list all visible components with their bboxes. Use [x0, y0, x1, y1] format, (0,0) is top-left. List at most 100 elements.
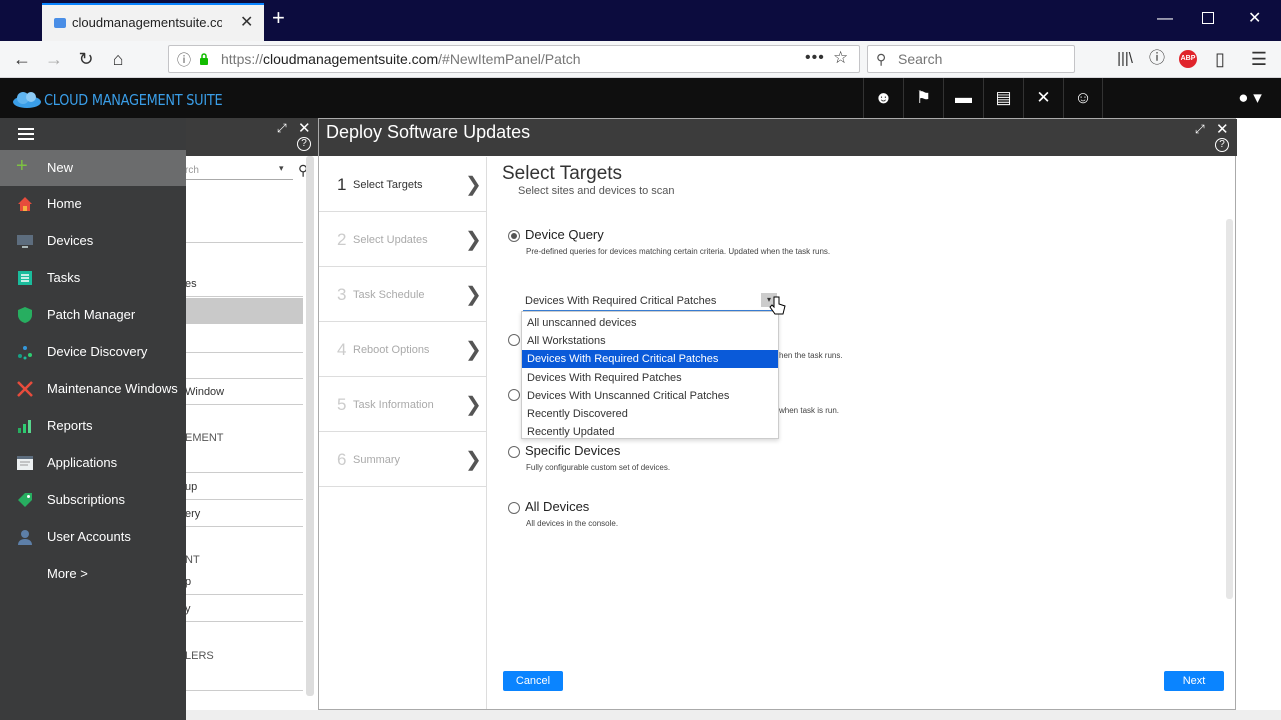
sidebar-item-more[interactable]: More > — [0, 556, 186, 592]
close-tab-icon[interactable]: ✕ — [240, 12, 253, 32]
sidebar-item-patch-manager[interactable]: Patch Manager — [0, 297, 186, 333]
dropdown-option[interactable]: Devices With Unscanned Critical Patches — [522, 387, 778, 405]
shield-icon — [18, 307, 32, 323]
monitor-icon — [17, 235, 33, 248]
all-devices-radio[interactable] — [508, 502, 520, 514]
back-arrow-icon[interactable]: ← — [10, 47, 34, 71]
all-devices-label[interactable]: All Devices — [525, 499, 589, 514]
scrollbar[interactable] — [306, 156, 314, 696]
dropdown-option-selected[interactable]: Devices With Required Critical Patches — [522, 350, 778, 368]
menu-icon[interactable]: ☰ — [1247, 47, 1271, 71]
wizard-content: Select Targets Select sites and devices … — [489, 157, 1235, 709]
maximize-window-button[interactable] — [1202, 12, 1214, 24]
close-window-button[interactable]: ✕ — [1248, 9, 1261, 29]
sidebar-item-home[interactable]: Home — [0, 186, 186, 222]
list-item-selected[interactable] — [185, 298, 303, 324]
network-icon — [18, 346, 32, 360]
sidebar-item-reports[interactable]: Reports — [0, 408, 186, 444]
sidebar-item-tasks[interactable]: Tasks — [0, 260, 186, 296]
help-icon[interactable]: ? — [297, 137, 311, 151]
sidebar-item-user-accounts[interactable]: User Accounts — [0, 519, 186, 555]
window-icon — [17, 456, 33, 470]
close-icon[interactable]: ✕ — [298, 119, 311, 137]
step-task-information[interactable]: 5 Task Information ❯ — [319, 377, 487, 432]
feedback-smiley-icon[interactable]: ☺ — [1063, 78, 1103, 118]
step-select-updates[interactable]: 2 Select Updates ❯ — [319, 212, 487, 267]
hamburger-menu-icon[interactable] — [18, 128, 34, 140]
app-logo[interactable]: CLOUD MANAGEMENT SUITE — [12, 86, 223, 112]
dropdown-option[interactable]: Devices With Required Patches — [522, 369, 778, 387]
device-query-description: Pre-defined queries for devices matching… — [526, 247, 831, 256]
step-reboot-options[interactable]: 4 Reboot Options ❯ — [319, 322, 487, 377]
dropdown-option[interactable]: All unscanned devices — [522, 314, 778, 332]
home-icon[interactable]: ⌂ — [106, 47, 130, 71]
specific-devices-label[interactable]: Specific Devices — [525, 443, 620, 458]
sidebar-item-devices[interactable]: Devices — [0, 223, 186, 259]
content-subheading: Select sites and devices to scan — [518, 185, 675, 197]
list-item[interactable]: es — [185, 272, 303, 297]
horizontal-scrollbar[interactable] — [186, 710, 1281, 720]
adblock-icon[interactable]: ABP — [1179, 50, 1197, 68]
extension-icon[interactable]: ⓘ — [1145, 47, 1169, 71]
list-item[interactable]: Window — [185, 380, 303, 405]
sidebar-item-applications[interactable]: Applications — [0, 445, 186, 481]
expand-icon[interactable]: ⤢ — [277, 121, 287, 136]
step-summary[interactable]: 6 Summary ❯ — [319, 432, 487, 487]
support-agent-icon[interactable]: ☻ — [863, 78, 903, 118]
option-2-radio[interactable] — [508, 334, 520, 346]
new-tab-button[interactable]: + — [272, 7, 285, 29]
user-menu-icon[interactable]: ● ▾ — [1225, 78, 1275, 118]
specific-devices-radio[interactable] — [508, 446, 520, 458]
help-icon[interactable]: ? — [1215, 138, 1229, 152]
clipboard-search-icon[interactable]: ▤ — [983, 78, 1023, 118]
browser-tab-bar: cloudmanagementsuite.com ✕ + — ✕ — [0, 0, 1281, 41]
dropdown-option[interactable]: All Workstations — [522, 332, 778, 350]
dropdown-option[interactable]: Recently Updated — [522, 423, 778, 441]
sidebar-item-device-discovery[interactable]: Device Discovery — [0, 334, 186, 370]
browser-search-input[interactable] — [898, 49, 1068, 69]
flag-icon[interactable]: ⚑ — [903, 78, 943, 118]
close-icon[interactable]: ✕ — [1216, 120, 1229, 138]
minimize-window-button[interactable]: — — [1157, 9, 1173, 29]
chevron-right-icon: ❯ — [465, 284, 482, 306]
list-item[interactable] — [185, 328, 303, 353]
next-button[interactable]: Next — [1164, 671, 1224, 691]
step-task-schedule[interactable]: 3 Task Schedule ❯ — [319, 267, 487, 322]
bookmark-star-icon[interactable]: ☆ — [833, 48, 848, 68]
section-header: LERS — [185, 650, 214, 662]
forward-arrow-icon[interactable]: → — [42, 47, 66, 71]
list-item[interactable] — [185, 354, 303, 379]
step-select-targets[interactable]: 1 Select Targets ❯ — [319, 157, 487, 212]
cancel-button[interactable]: Cancel — [503, 671, 563, 691]
browser-search-box[interactable]: ⚲ — [867, 45, 1075, 73]
chat-icon[interactable]: ▬ — [943, 78, 983, 118]
list-item[interactable] — [185, 218, 303, 243]
list-item[interactable]: ery — [185, 502, 303, 527]
reload-icon[interactable]: ↻ — [74, 47, 98, 71]
page-actions-icon[interactable]: ••• — [805, 49, 825, 67]
dropdown-option[interactable]: Recently Discovered — [522, 405, 778, 423]
expand-icon[interactable]: ⤢ — [1195, 122, 1205, 137]
list-item[interactable]: up — [185, 475, 303, 500]
list-item[interactable]: y — [185, 597, 303, 622]
library-icon[interactable]: |||\ — [1113, 47, 1137, 71]
sidebar-item-maintenance-windows[interactable]: Maintenance Windows — [0, 371, 186, 407]
background-search-input[interactable]: rch ▾ — [185, 162, 293, 180]
url-bar[interactable]: ⓘ https://cloudmanagementsuite.com/#NewI… — [168, 45, 860, 73]
info-icon[interactable]: ⓘ — [177, 50, 191, 70]
sidebar-item-subscriptions[interactable]: Subscriptions — [0, 482, 186, 518]
sidebar-item-new[interactable]: + New — [0, 150, 186, 186]
device-query-dropdown: All unscanned devices All Workstations D… — [521, 311, 779, 439]
list-item[interactable]: p — [185, 570, 303, 595]
option-3-radio[interactable] — [508, 389, 520, 401]
tools-icon[interactable]: ✕ — [1023, 78, 1063, 118]
device-query-select[interactable]: Devices With Required Critical Patches ▾ — [523, 293, 777, 311]
deploy-software-updates-panel: Deploy Software Updates ⤢ ✕ ? 1 Select T… — [318, 118, 1237, 710]
scrollbar[interactable] — [1226, 219, 1233, 599]
sidebar-toggle-icon[interactable]: ▯ — [1208, 47, 1232, 71]
list-item[interactable] — [185, 448, 303, 473]
device-query-radio[interactable] — [508, 230, 520, 242]
browser-tab[interactable]: cloudmanagementsuite.com ✕ — [42, 3, 264, 41]
device-query-label[interactable]: Device Query — [525, 227, 604, 242]
list-item[interactable] — [185, 666, 303, 691]
